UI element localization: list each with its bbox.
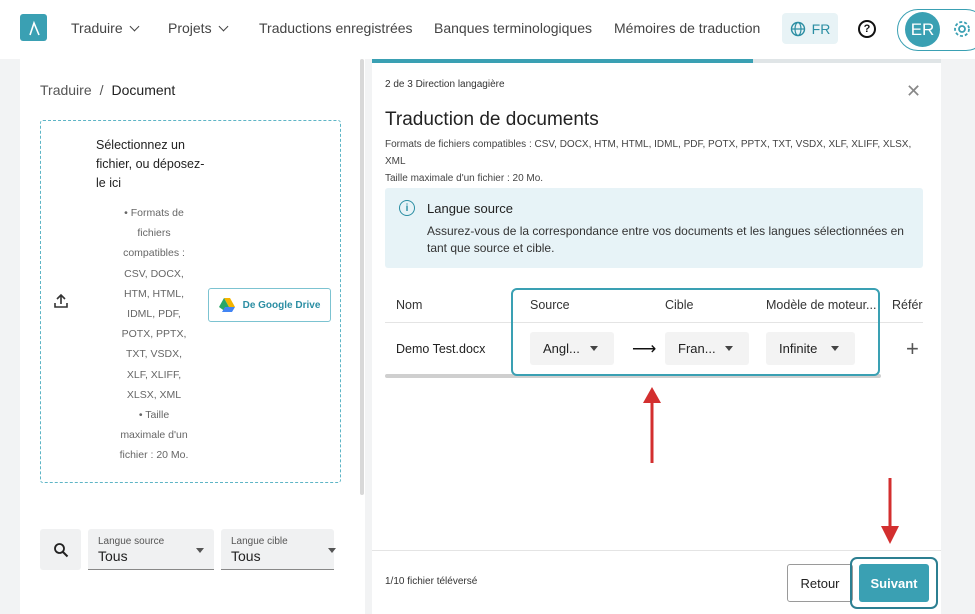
chevron-down-icon xyxy=(218,21,229,31)
nav-saved-translations-label: Traductions enregistrées xyxy=(259,20,413,36)
dialog-title: Traduction de documents xyxy=(385,109,599,130)
info-banner: i Langue source Assurez-vous de la corre… xyxy=(385,188,923,268)
avatar[interactable]: ER xyxy=(905,12,940,47)
nav-traduire-label: Traduire xyxy=(71,20,123,36)
google-drive-label: De Google Drive xyxy=(242,299,321,311)
info-title: Langue source xyxy=(427,201,514,216)
help-icon[interactable]: ? xyxy=(858,20,876,38)
back-button[interactable]: Retour xyxy=(787,564,853,602)
caret-down-icon xyxy=(196,548,204,553)
step-progress-fill xyxy=(372,59,754,63)
column-header-name: Nom xyxy=(396,298,423,312)
upload-icon xyxy=(54,293,68,308)
gear-icon[interactable] xyxy=(952,19,972,39)
caret-down-icon xyxy=(328,548,336,553)
annotation-highlight-box xyxy=(511,288,880,376)
next-button[interactable]: Suivant xyxy=(859,564,929,602)
footer-divider xyxy=(372,550,941,551)
nav-projets[interactable]: Projets xyxy=(168,20,229,36)
target-filter-label: Langue cible xyxy=(231,536,288,547)
breadcrumb-root[interactable]: Traduire xyxy=(40,82,92,98)
breadcrumb-separator: / xyxy=(99,82,104,98)
file-name: Demo Test.docx xyxy=(396,342,486,356)
source-filter-value: Tous xyxy=(98,548,128,564)
info-body: Assurez-vous de la correspondance entre … xyxy=(427,224,904,255)
dialog-formats: Formats de fichiers compatibles : CSV, D… xyxy=(385,139,912,167)
nav-term-banks[interactable]: Banques terminologiques xyxy=(434,20,592,36)
file-drop-zone[interactable]: Sélectionnez un fichier, ou déposez-le i… xyxy=(40,120,341,483)
nav-projets-label: Projets xyxy=(168,20,212,36)
upload-count: 1/10 fichier téléversé xyxy=(385,576,478,587)
info-icon: i xyxy=(399,200,415,216)
formats-bullet: • Formats de fichiers compatibles : CSV,… xyxy=(121,207,187,401)
column-header-reference: Référ xyxy=(892,298,923,312)
target-filter-value: Tous xyxy=(231,548,261,564)
source-filter-label: Langue source xyxy=(98,536,165,547)
breadcrumb: Traduire / Document xyxy=(40,82,175,98)
globe-icon xyxy=(790,21,805,36)
nav-saved-translations[interactable]: Traductions enregistrées xyxy=(259,20,413,36)
nav-traduire[interactable]: Traduire xyxy=(71,20,140,36)
language-switcher[interactable]: FR xyxy=(782,13,838,44)
nav-translation-memories-label: Mémoires de traduction xyxy=(614,20,761,36)
drop-zone-requirements: • Formats de fichiers compatibles : CSV,… xyxy=(119,203,189,466)
dialog-requirements: Formats de fichiers compatibles : CSV, D… xyxy=(385,136,930,187)
annotation-arrow-down-icon xyxy=(881,478,899,544)
chevron-down-icon xyxy=(129,21,140,31)
source-language-filter[interactable]: Langue source Tous xyxy=(88,529,214,570)
search-button[interactable] xyxy=(40,529,81,570)
app-logo-icon[interactable] xyxy=(20,14,47,41)
breadcrumb-current: Document xyxy=(111,82,176,98)
target-language-filter[interactable]: Langue cible Tous xyxy=(221,529,336,570)
translate-documents-dialog: 2 de 3 Direction langagière ✕ Traduction… xyxy=(372,59,941,614)
drop-zone-title: Sélectionnez un fichier, ou déposez-le i… xyxy=(96,138,205,190)
step-indicator: 2 de 3 Direction langagière xyxy=(385,79,505,90)
annotation-arrow-up-icon xyxy=(643,387,661,463)
nav-translation-memories[interactable]: Mémoires de traduction xyxy=(614,20,760,36)
size-bullet: • Taille maximale d'un fichier : 20 Mo. xyxy=(119,409,189,462)
nav-term-banks-label: Banques terminologiques xyxy=(434,20,592,36)
close-icon[interactable]: ✕ xyxy=(906,82,921,100)
dialog-max-size: Taille maximale d'un fichier : 20 Mo. xyxy=(385,173,544,184)
language-label: FR xyxy=(811,20,831,37)
top-nav: Traduire Projets Traductions enregistrée… xyxy=(0,0,975,59)
google-drive-button[interactable]: De Google Drive xyxy=(208,288,331,322)
left-panel-scrollbar[interactable] xyxy=(360,59,364,495)
step-progress-bar xyxy=(372,59,941,63)
add-reference-icon[interactable]: + xyxy=(906,336,919,362)
search-icon xyxy=(53,542,68,557)
upload-panel: Traduire / Document Sélectionnez un fich… xyxy=(20,59,365,614)
google-drive-icon xyxy=(218,298,235,312)
